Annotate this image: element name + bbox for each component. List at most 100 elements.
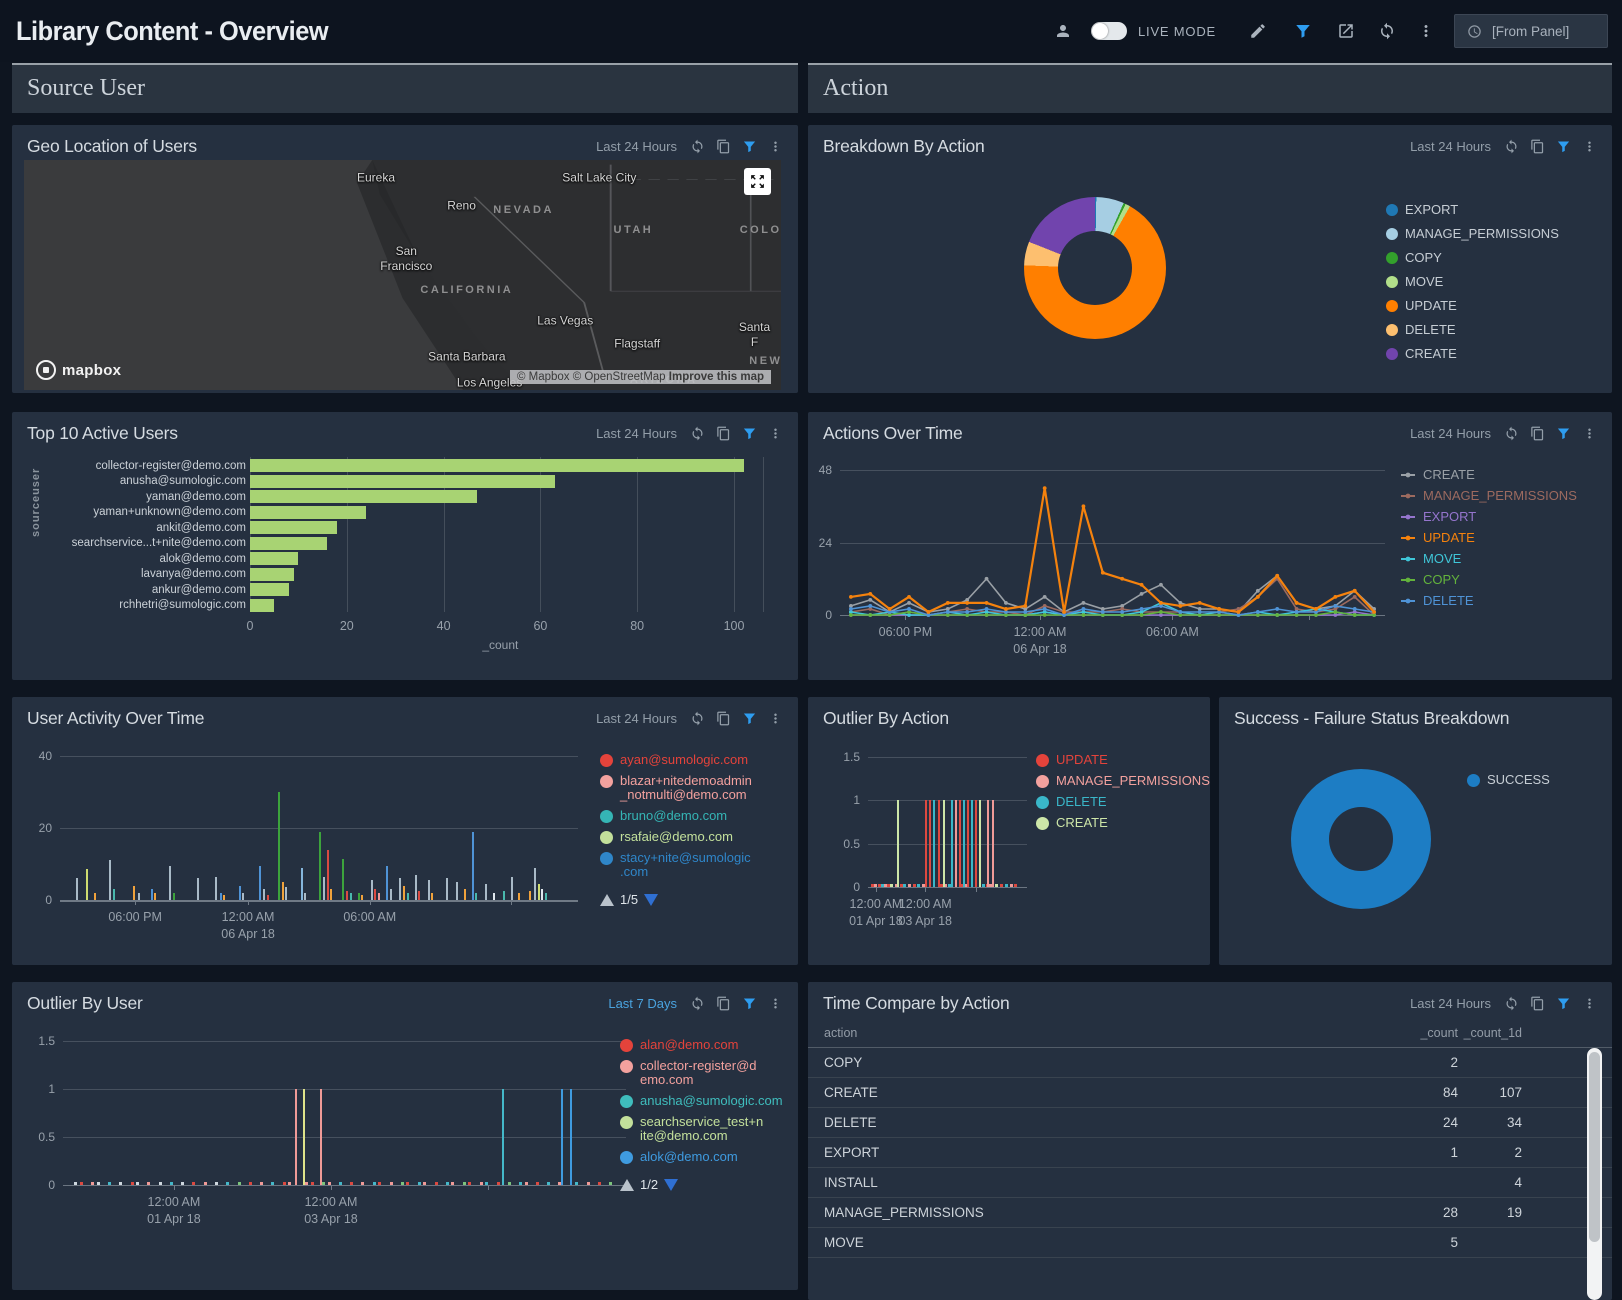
refresh-icon[interactable] bbox=[1378, 22, 1396, 40]
legend-item[interactable]: DELETE bbox=[1400, 594, 1577, 608]
column-header[interactable]: _count bbox=[1388, 1026, 1458, 1040]
legend-item[interactable]: DELETE bbox=[1036, 795, 1210, 809]
legend-item[interactable]: blazar+nitedemoadmin_notmulti@demo.com bbox=[600, 774, 752, 802]
table-row[interactable]: DELETE2434 bbox=[808, 1108, 1612, 1138]
legend-item[interactable]: EXPORT bbox=[1400, 510, 1577, 524]
kebab-icon[interactable] bbox=[1582, 996, 1597, 1011]
legend-item[interactable]: SUCCESS bbox=[1467, 773, 1550, 787]
activity-bar bbox=[263, 889, 265, 900]
legend-item[interactable]: rsafaie@demo.com bbox=[600, 830, 752, 844]
table-scrollbar-thumb[interactable] bbox=[1589, 1052, 1600, 1242]
bar-chart[interactable]: 020406080100collector-register@demo.coma… bbox=[12, 412, 798, 680]
bar[interactable] bbox=[250, 521, 337, 534]
legend-item[interactable]: anusha@sumologic.com bbox=[620, 1094, 783, 1108]
donut-chart[interactable] bbox=[1219, 697, 1612, 965]
baseline-event bbox=[192, 1182, 195, 1185]
user-icon[interactable] bbox=[1054, 22, 1072, 40]
legend-item[interactable]: MANAGE_PERMISSIONS bbox=[1400, 489, 1577, 503]
legend-item[interactable]: MANAGE_PERMISSIONS bbox=[1036, 774, 1210, 788]
table-row[interactable]: COPY2 bbox=[808, 1048, 1612, 1078]
bar[interactable] bbox=[250, 475, 555, 488]
copy-icon[interactable] bbox=[1530, 996, 1545, 1011]
legend-item[interactable]: MOVE bbox=[1400, 552, 1577, 566]
legend-pager: 1/2 bbox=[620, 1177, 783, 1192]
edit-icon[interactable] bbox=[1249, 22, 1267, 40]
legend-item[interactable]: EXPORT bbox=[1386, 203, 1559, 217]
filter-icon[interactable] bbox=[1294, 22, 1312, 40]
column-header[interactable]: _count_1d bbox=[1458, 1026, 1522, 1040]
legend-item[interactable]: CREATE bbox=[1386, 347, 1559, 361]
legend-item[interactable]: UPDATE bbox=[1036, 753, 1210, 767]
refresh-icon[interactable] bbox=[1504, 996, 1519, 1011]
table-row[interactable]: MOVE5 bbox=[808, 1228, 1612, 1258]
time-range-label[interactable]: Last 24 Hours bbox=[596, 139, 677, 154]
refresh-icon[interactable] bbox=[690, 139, 705, 154]
legend-item[interactable]: stacy+nite@sumologic.com bbox=[600, 851, 752, 879]
bar[interactable] bbox=[250, 599, 274, 612]
bar[interactable] bbox=[250, 506, 366, 519]
kebab-icon[interactable] bbox=[768, 139, 783, 154]
map-attribution[interactable]: © Mapbox © OpenStreetMap Improve this ma… bbox=[510, 370, 771, 384]
legend-item[interactable]: UPDATE bbox=[1400, 531, 1577, 545]
map-expand-button[interactable] bbox=[744, 168, 771, 195]
legend-prev-icon[interactable] bbox=[620, 1179, 634, 1191]
y-tick-label: 1 bbox=[816, 793, 860, 807]
column-header[interactable]: action bbox=[824, 1026, 1388, 1040]
map-canvas[interactable]: EurekaSalt Lake CityRenoSan FranciscoLas… bbox=[24, 160, 781, 390]
legend-item[interactable]: CREATE bbox=[1036, 816, 1210, 830]
legend-next-icon[interactable] bbox=[644, 894, 658, 906]
bar[interactable] bbox=[250, 552, 298, 565]
outlier-spike bbox=[933, 800, 935, 887]
legend-item[interactable]: bruno@demo.com bbox=[600, 809, 752, 823]
table-row[interactable]: EXPORT12 bbox=[808, 1138, 1612, 1168]
table-row[interactable]: CREATE84107 bbox=[808, 1078, 1612, 1108]
baseline-event bbox=[238, 1182, 241, 1185]
activity-bar bbox=[358, 893, 360, 900]
activity-bar bbox=[94, 893, 96, 900]
legend-label-line: MANAGE_PERMISSIONS bbox=[1056, 774, 1210, 788]
map-improve-link[interactable]: Improve this map bbox=[669, 371, 764, 383]
legend-item[interactable]: COPY bbox=[1400, 573, 1577, 587]
legend-item[interactable]: UPDATE bbox=[1386, 299, 1559, 313]
spike-chart[interactable]: 00.511.512:00 AM 01 Apr 1812:00 AM 03 Ap… bbox=[808, 697, 1210, 965]
legend-item[interactable]: MANAGE_PERMISSIONS bbox=[1386, 227, 1559, 241]
legend-prev-icon[interactable] bbox=[600, 894, 614, 906]
map-city-label: Salt Lake City bbox=[562, 171, 636, 186]
from-panel-select[interactable]: [From Panel] bbox=[1454, 14, 1608, 48]
filter-icon[interactable] bbox=[1556, 996, 1571, 1011]
y-tick-label: 40 bbox=[20, 749, 52, 763]
filter-icon[interactable] bbox=[742, 139, 757, 154]
bar[interactable] bbox=[250, 490, 477, 503]
table-row[interactable]: INSTALL4 bbox=[808, 1168, 1612, 1198]
legend-item[interactable]: ayan@sumologic.com bbox=[600, 753, 752, 767]
legend-label: CREATE bbox=[1423, 468, 1475, 482]
legend-item[interactable]: collector-register@demo.com bbox=[620, 1059, 783, 1087]
legend-line-marker bbox=[1400, 552, 1416, 566]
baseline-event bbox=[468, 1182, 471, 1185]
cell-action: CREATE bbox=[824, 1085, 1388, 1100]
legend-item[interactable]: alan@demo.com bbox=[620, 1038, 783, 1052]
legend-item[interactable]: COPY bbox=[1386, 251, 1559, 265]
time-range-label[interactable]: Last 24 Hours bbox=[1410, 996, 1491, 1011]
more-kebab-icon[interactable] bbox=[1417, 22, 1435, 40]
legend-next-icon[interactable] bbox=[664, 1179, 678, 1191]
legend-item[interactable]: searchservice_test+nite@demo.com bbox=[620, 1115, 783, 1143]
legend-item[interactable]: MOVE bbox=[1386, 275, 1559, 289]
legend-item[interactable]: DELETE bbox=[1386, 323, 1559, 337]
bar[interactable] bbox=[250, 568, 294, 581]
share-icon[interactable] bbox=[1337, 22, 1355, 40]
copy-icon[interactable] bbox=[716, 139, 731, 154]
legend-item[interactable]: CREATE bbox=[1400, 468, 1577, 482]
legend-item[interactable]: alok@demo.com bbox=[620, 1150, 783, 1164]
legend-label: MANAGE_PERMISSIONS bbox=[1056, 774, 1210, 788]
table-row[interactable]: MANAGE_PERMISSIONS2819 bbox=[808, 1198, 1612, 1228]
from-panel-label: [From Panel] bbox=[1492, 24, 1569, 39]
mapbox-logo[interactable]: mapbox bbox=[36, 360, 121, 380]
bar[interactable] bbox=[250, 459, 744, 472]
section-title: Source User bbox=[12, 65, 798, 112]
table-scrollbar-track[interactable] bbox=[1587, 1048, 1602, 1300]
bar[interactable] bbox=[250, 583, 289, 596]
live-mode-toggle[interactable] bbox=[1091, 22, 1127, 40]
legend-label: EXPORT bbox=[1423, 510, 1476, 524]
bar[interactable] bbox=[250, 537, 327, 550]
